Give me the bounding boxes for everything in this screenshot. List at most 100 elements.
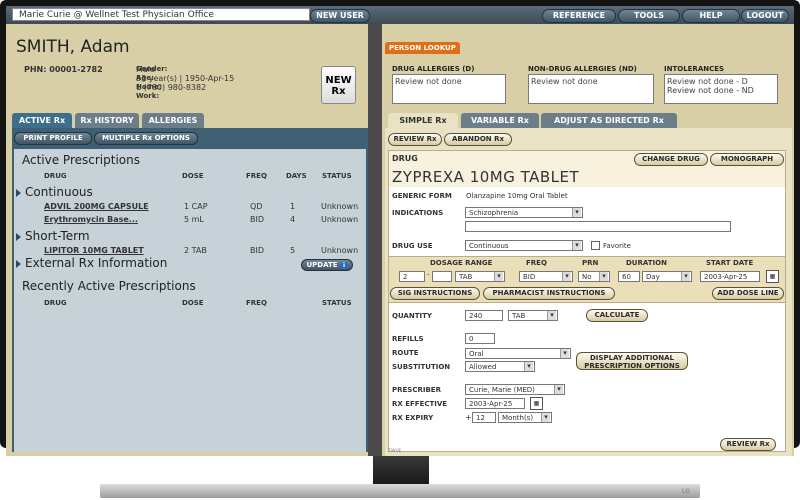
logout-button[interactable]: LOGOUT bbox=[741, 9, 789, 23]
rx-expiry-input[interactable]: 12 bbox=[472, 412, 496, 423]
expand-arrow-icon bbox=[16, 232, 21, 241]
row-drug-name[interactable]: LIPITOR 10MG TABLET bbox=[44, 246, 144, 255]
add-dose-line-button[interactable]: ADD DOSE LINE bbox=[712, 287, 784, 300]
tab-active-rx[interactable]: ACTIVE Rx bbox=[12, 113, 72, 128]
col-days: DAYS bbox=[286, 172, 307, 180]
reference-button[interactable]: REFERENCE bbox=[542, 9, 616, 23]
dose-unit-select[interactable]: TAB bbox=[455, 271, 505, 282]
duration-unit-select[interactable]: Day bbox=[642, 271, 692, 282]
prn-select[interactable]: No bbox=[578, 271, 610, 282]
gender-label: Gender: bbox=[136, 65, 168, 73]
group-external-rx-label: External Rx Information bbox=[25, 256, 168, 270]
row-drug-name[interactable]: Erythromycin Base... bbox=[44, 215, 138, 224]
monitor-neck bbox=[373, 456, 429, 484]
rx-effective-input[interactable]: 2003-Apr-25 bbox=[465, 398, 525, 409]
sig-instructions-button[interactable]: SIG INSTRUCTIONS bbox=[390, 287, 480, 300]
non-drug-allergies-header: NON-DRUG ALLERGIES (ND) bbox=[528, 65, 637, 73]
freq-select[interactable]: BID bbox=[519, 271, 573, 282]
indications-label: INDICATIONS bbox=[392, 209, 444, 217]
dose-to-input[interactable] bbox=[432, 271, 452, 282]
group-short-term-label: Short-Term bbox=[25, 229, 90, 243]
change-drug-button[interactable]: CHANGE DRUG bbox=[634, 153, 708, 166]
tab-rx-history[interactable]: Rx HISTORY bbox=[75, 113, 139, 128]
new-rx-button[interactable]: NEW Rx bbox=[321, 66, 356, 104]
top-bar: Marie Curie @ Wellnet Test Physician Off… bbox=[6, 6, 794, 24]
generic-form-value: Olanzapine 10mg Oral Tablet bbox=[466, 192, 568, 200]
review-rx-bottom-button[interactable]: REVIEW Rx bbox=[720, 438, 776, 451]
tab-adjust-as-directed-rx[interactable]: ADJUST AS DIRECTED Rx bbox=[541, 113, 677, 128]
monitor: Marie Curie @ Wellnet Test Physician Off… bbox=[0, 0, 800, 500]
route-select[interactable]: Oral bbox=[465, 348, 571, 359]
age-label: Age: bbox=[136, 74, 154, 82]
person-lookup-tab[interactable]: PERSON LOOKUP bbox=[385, 42, 460, 54]
group-continuous-label: Continuous bbox=[25, 185, 93, 199]
tab-variable-rx[interactable]: VARIABLE Rx bbox=[461, 113, 539, 128]
calendar-icon[interactable]: ▦ bbox=[766, 270, 779, 283]
rx-expiry-unit-select[interactable]: Month(s) bbox=[498, 412, 552, 423]
abandon-rx-button[interactable]: ABANDON Rx bbox=[444, 133, 512, 146]
patient-header: SMITH, Adam PHN: 00001-2782 Gender: Male … bbox=[6, 24, 368, 109]
update-label: UPDATE bbox=[306, 261, 338, 269]
col-dose: DOSE bbox=[182, 172, 204, 180]
dose-from-input[interactable]: 2 bbox=[399, 271, 425, 282]
display-options-line2: PRESCRIPTION OPTIONS bbox=[584, 362, 680, 370]
pharmacist-instructions-button[interactable]: PHARMACIST INSTRUCTIONS bbox=[483, 287, 615, 300]
drug-allergies-box[interactable]: Review not done bbox=[392, 74, 506, 104]
print-profile-button[interactable]: PRINT PROFILE bbox=[14, 132, 92, 145]
tab-allergies[interactable]: ALLERGIES bbox=[142, 113, 204, 128]
indications-select[interactable]: Schizophrenia bbox=[465, 207, 583, 218]
new-rx-line1: NEW bbox=[325, 75, 352, 86]
info-icon: i bbox=[340, 262, 348, 269]
calendar-icon[interactable]: ▦ bbox=[530, 397, 543, 410]
tools-button[interactable]: TOOLS bbox=[618, 9, 680, 23]
window-title: Marie Curie @ Wellnet Test Physician Off… bbox=[12, 8, 310, 21]
new-user-button[interactable]: NEW USER bbox=[310, 9, 370, 23]
group-continuous[interactable]: Continuous bbox=[14, 185, 366, 199]
group-short-term[interactable]: Short-Term bbox=[14, 229, 366, 243]
row-freq: BID bbox=[250, 215, 265, 224]
dosage-range-header: DOSAGE RANGE bbox=[430, 259, 493, 267]
substitution-select[interactable]: Allowed bbox=[465, 361, 535, 372]
new-rx-line2: Rx bbox=[331, 86, 346, 97]
intolerances-header: INTOLERANCES bbox=[664, 65, 725, 73]
calculate-button[interactable]: CALCULATE bbox=[586, 309, 648, 322]
duration-input[interactable]: 60 bbox=[618, 271, 640, 282]
recent-col-drug: DRUG bbox=[44, 299, 67, 307]
favorite-checkbox[interactable] bbox=[591, 241, 600, 250]
rx-list: Active Prescriptions DRUG DOSE FREQ DAYS… bbox=[14, 149, 366, 452]
tab-simple-rx[interactable]: SIMPLE Rx bbox=[388, 113, 458, 128]
help-button[interactable]: HELP bbox=[682, 9, 740, 23]
indications-text-input[interactable] bbox=[465, 221, 731, 232]
prescriber-label: PRESCRIBER bbox=[392, 386, 441, 394]
patient-demographics: Gender: Male Age: 53 year(s) | 1950-Apr-15… bbox=[136, 65, 234, 100]
duration-header: DURATION bbox=[626, 259, 667, 267]
start-date-input[interactable]: 2003-Apr-25 bbox=[700, 271, 760, 282]
display-options-line1: DISPLAY ADDITIONAL bbox=[589, 354, 674, 362]
expand-arrow-icon bbox=[16, 259, 21, 268]
work-label: Work: bbox=[136, 92, 160, 100]
update-button[interactable]: UPDATE i bbox=[301, 259, 353, 271]
review-rx-top-button[interactable]: REVIEW Rx bbox=[388, 133, 442, 146]
display-additional-options-button[interactable]: DISPLAY ADDITIONAL PRESCRIPTION OPTIONS bbox=[576, 352, 688, 370]
col-status: STATUS bbox=[322, 172, 352, 180]
prn-header: PRN bbox=[582, 259, 599, 267]
row-drug-name[interactable]: ADVIL 200MG CAPSULE bbox=[44, 202, 149, 211]
multiple-rx-options-button[interactable]: MULTIPLE Rx OPTIONS bbox=[94, 132, 198, 145]
drug-use-select[interactable]: Continuous bbox=[465, 240, 583, 251]
prescriber-select[interactable]: Curie, Marie (MED) bbox=[465, 384, 565, 395]
refills-input[interactable]: 0 bbox=[465, 333, 495, 344]
active-prescriptions-title: Active Prescriptions bbox=[22, 153, 140, 167]
row-status: Unknown bbox=[321, 215, 359, 224]
monograph-button[interactable]: MONOGRAPH bbox=[710, 153, 784, 166]
quantity-unit-select[interactable]: TAB bbox=[508, 310, 558, 321]
home-label: Home: bbox=[136, 83, 162, 91]
row-days: 1 bbox=[290, 202, 296, 211]
drug-name: ZYPREXA 10MG TABLET bbox=[392, 168, 580, 186]
row-dose: 2 TAB bbox=[184, 246, 207, 255]
row-days: 4 bbox=[290, 215, 296, 224]
intolerances-box[interactable]: Review not done - D Review not done - ND bbox=[664, 74, 778, 104]
quantity-input[interactable]: 240 bbox=[465, 310, 503, 321]
non-drug-allergies-box[interactable]: Review not done bbox=[528, 74, 654, 104]
rx-effective-label: RX EFFECTIVE bbox=[392, 400, 448, 408]
stand-logo: LG bbox=[682, 488, 690, 495]
